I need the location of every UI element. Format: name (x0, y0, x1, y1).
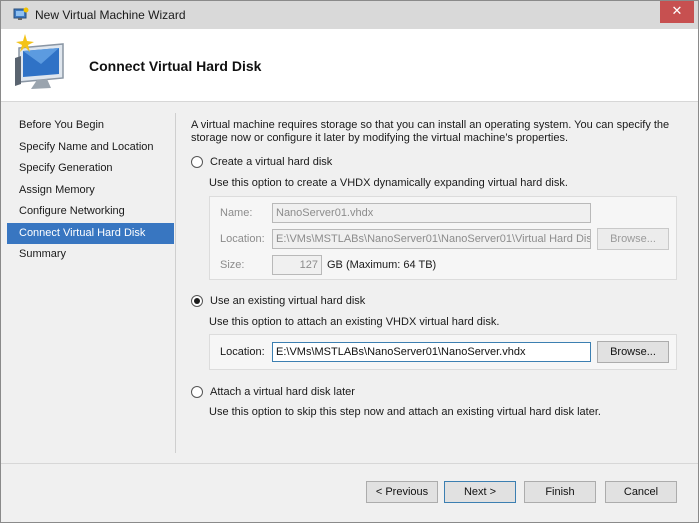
nav-item-assign-memory[interactable]: Assign Memory (7, 180, 174, 202)
existing-vhd-location-label: Location: (220, 346, 265, 358)
finish-button[interactable]: Finish (524, 481, 596, 503)
nav-item-summary[interactable]: Summary (7, 244, 174, 266)
nav-item-connect-virtual-hard-disk[interactable]: Connect Virtual Hard Disk (7, 222, 174, 244)
nav-item-before-you-begin[interactable]: Before You Begin (7, 115, 174, 137)
vhd-size-input[interactable]: 127 (272, 255, 322, 275)
nav-item-configure-networking[interactable]: Configure Networking (7, 201, 174, 223)
close-button[interactable]: ✕ (660, 1, 694, 23)
close-icon: ✕ (671, 4, 683, 19)
new-vm-wizard-icon (15, 34, 64, 89)
nav-divider (175, 113, 176, 453)
nav-item-specify-name-and-location[interactable]: Specify Name and Location (7, 137, 174, 159)
footer-divider (1, 463, 698, 464)
nav-item-specify-generation[interactable]: Specify Generation (7, 158, 174, 180)
wizard-window: New Virtual Machine Wizard ✕ Connect Vir… (0, 0, 699, 523)
intro-text: A virtual machine requires storage so th… (191, 119, 670, 144)
vhd-location-label: Location: (220, 233, 265, 245)
wizard-steps-nav: Before You Begin Specify Name and Locati… (7, 115, 174, 266)
create-vhd-label: Create a virtual hard disk (210, 156, 333, 168)
vhd-name-input[interactable]: NanoServer01.vhdx (272, 203, 591, 223)
vhd-location-input[interactable]: E:\VMs\MSTLABs\NanoServer01\NanoServer01… (272, 229, 591, 249)
cancel-button[interactable]: Cancel (605, 481, 677, 503)
wizard-header: Connect Virtual Hard Disk (1, 29, 698, 102)
create-vhd-description: Use this option to create a VHDX dynamic… (209, 177, 568, 189)
create-vhd-option[interactable]: Create a virtual hard disk (191, 155, 332, 169)
next-button[interactable]: Next > (444, 481, 516, 503)
page-title: Connect Virtual Hard Disk (89, 58, 262, 74)
existing-vhd-label: Use an existing virtual hard disk (210, 295, 366, 307)
attach-later-description: Use this option to skip this step now an… (209, 406, 601, 418)
existing-vhd-option[interactable]: Use an existing virtual hard disk (191, 294, 365, 308)
vhd-size-label: Size: (220, 259, 245, 271)
window-title: New Virtual Machine Wizard (35, 8, 186, 22)
title-bar[interactable]: New Virtual Machine Wizard ✕ (1, 1, 698, 29)
previous-button[interactable]: < Previous (366, 481, 438, 503)
create-vhd-radio[interactable] (191, 156, 203, 168)
existing-vhd-browse-button[interactable]: Browse... (597, 341, 669, 363)
create-vhd-settings-group: Name: NanoServer01.vhdx Location: E:\VMs… (209, 196, 677, 280)
vhd-size-unit: GB (Maximum: 64 TB) (327, 259, 437, 271)
vhd-name-label: Name: (220, 207, 253, 219)
existing-vhd-location-input[interactable]: E:\VMs\MSTLABs\NanoServer01\NanoServer.v… (272, 342, 591, 362)
existing-vhd-description: Use this option to attach an existing VH… (209, 316, 500, 328)
existing-vhd-radio[interactable] (191, 295, 203, 307)
existing-vhd-settings-group: Location: E:\VMs\MSTLABs\NanoServer01\Na… (209, 334, 677, 370)
create-vhd-browse-button[interactable]: Browse... (597, 228, 669, 250)
hyperv-manager-icon (13, 7, 29, 20)
attach-later-label: Attach a virtual hard disk later (210, 386, 355, 398)
attach-later-option[interactable]: Attach a virtual hard disk later (191, 385, 355, 399)
attach-later-radio[interactable] (191, 386, 203, 398)
